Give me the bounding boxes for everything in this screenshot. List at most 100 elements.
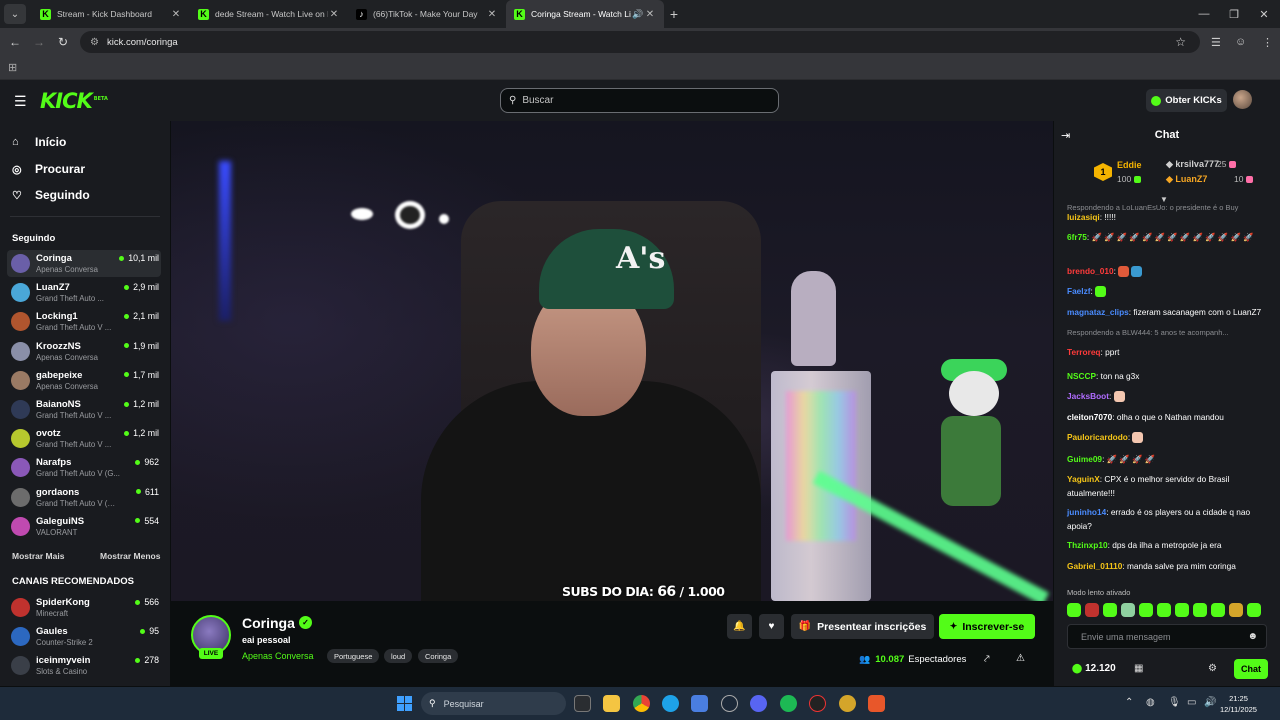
tab-search-button[interactable]: ⌄ bbox=[4, 4, 26, 24]
chat-username[interactable]: NSCCP bbox=[1067, 371, 1096, 381]
follow-button[interactable]: ♥ bbox=[759, 614, 784, 639]
chat-username[interactable]: magnataz_clips bbox=[1067, 307, 1129, 317]
stream-tag[interactable]: Coringa bbox=[418, 649, 459, 663]
speaker-icon[interactable]: 🔊 bbox=[632, 9, 644, 20]
quick-emote-icon[interactable] bbox=[1139, 603, 1153, 617]
chat-settings-icon[interactable]: ⚙ bbox=[1208, 663, 1217, 674]
windows-start-icon[interactable] bbox=[397, 696, 412, 711]
chat-username[interactable]: luizasiqi bbox=[1067, 212, 1100, 222]
chat-username[interactable]: juninho14 bbox=[1067, 507, 1106, 517]
kicks-balance[interactable]: ⬤ 12.120 bbox=[1072, 663, 1116, 674]
quick-emote-icon[interactable] bbox=[1175, 603, 1189, 617]
quick-emote-icon[interactable] bbox=[1193, 603, 1207, 617]
profile-icon[interactable]: ☺ bbox=[1235, 28, 1246, 56]
taskbar-clock[interactable]: 21:25 12/11/2025 bbox=[1220, 693, 1257, 715]
edge-icon[interactable] bbox=[662, 695, 679, 712]
channel-row[interactable]: BaianoNS Grand Theft Auto V ... 1,2 mil bbox=[7, 396, 161, 423]
channel-row[interactable]: Narafps Grand Theft Auto V (G... 962 bbox=[7, 454, 161, 481]
app-icon[interactable] bbox=[868, 695, 885, 712]
user-avatar[interactable] bbox=[1233, 90, 1252, 109]
new-tab-button[interactable]: + bbox=[664, 6, 684, 22]
share-icon[interactable]: ⤤ bbox=[984, 654, 990, 665]
display-icon[interactable]: ▭ bbox=[1187, 697, 1196, 708]
menu-icon[interactable]: ☰ bbox=[14, 93, 27, 110]
close-tab-icon[interactable]: ✕ bbox=[170, 9, 182, 20]
chat-username[interactable]: Terroreq bbox=[1067, 347, 1101, 357]
report-icon[interactable]: ⚠ bbox=[1016, 653, 1025, 664]
quick-emote-icon[interactable] bbox=[1211, 603, 1225, 617]
get-kicks-button[interactable]: Obter KICKs bbox=[1146, 89, 1227, 112]
channel-row[interactable]: LuanZ7 Grand Theft Auto ... 2,9 mil bbox=[7, 279, 161, 306]
chat-username[interactable]: Gabriel_01110 bbox=[1067, 561, 1122, 571]
subscribe-button[interactable]: ✦ Inscrever-se bbox=[939, 614, 1035, 639]
nav-browse[interactable]: ◎ Procurar bbox=[12, 159, 85, 179]
quick-emote-icon[interactable] bbox=[1229, 603, 1243, 617]
chat-username[interactable]: YaguinX bbox=[1067, 474, 1100, 484]
quick-emote-icon[interactable] bbox=[1247, 603, 1261, 617]
quick-emote-icon[interactable] bbox=[1085, 603, 1099, 617]
chat-send-button[interactable]: Chat bbox=[1234, 659, 1268, 679]
app-icon[interactable] bbox=[839, 695, 856, 712]
channel-row[interactable]: gordaons Grand Theft Auto V (GT... 611 bbox=[7, 484, 161, 511]
browser-tab-active[interactable]: K Coringa Stream - Watch Li 🔊 ✕ bbox=[506, 0, 664, 28]
show-less-button[interactable]: Mostrar Menos bbox=[100, 551, 160, 561]
browser-tab[interactable]: ♪ (66)TikTok - Make Your Day ✕ bbox=[348, 0, 506, 28]
app-icon[interactable] bbox=[691, 695, 708, 712]
chat-username[interactable]: Thzinxp10 bbox=[1067, 540, 1108, 550]
file-explorer-icon[interactable] bbox=[603, 695, 620, 712]
url-field[interactable]: ⚙ kick.com/coringa ☆ bbox=[80, 31, 1200, 53]
search-input[interactable]: ⚲ Buscar bbox=[500, 88, 779, 113]
volume-icon[interactable]: 🔊 bbox=[1204, 697, 1216, 708]
channel-row[interactable]: ovotz Grand Theft Auto V ... 1,2 mil bbox=[7, 425, 161, 452]
maximize-button[interactable]: ❐ bbox=[1218, 0, 1250, 28]
discord-icon[interactable] bbox=[750, 695, 767, 712]
collapse-chat-icon[interactable]: ⇥ bbox=[1061, 129, 1070, 142]
reading-list-icon[interactable]: ☰ bbox=[1211, 28, 1221, 56]
channel-row[interactable]: SpiderKong Minecraft 566 bbox=[7, 594, 161, 621]
close-window-button[interactable]: ✕ bbox=[1248, 0, 1280, 28]
chat-username[interactable]: Guime09 bbox=[1067, 454, 1102, 464]
tray-chevron-icon[interactable]: ⌃ bbox=[1125, 697, 1133, 708]
chat-username[interactable]: Faelzf bbox=[1067, 286, 1091, 296]
channel-name[interactable]: Coringa bbox=[242, 615, 295, 631]
close-tab-icon[interactable]: ✕ bbox=[328, 9, 340, 20]
minimize-button[interactable]: — bbox=[1188, 0, 1220, 28]
leaderboard-entry[interactable]: ◆ krsilva777 bbox=[1166, 159, 1219, 170]
close-tab-icon[interactable]: ✕ bbox=[486, 9, 498, 20]
bookmark-star-icon[interactable]: ☆ bbox=[1175, 35, 1186, 49]
quick-emote-icon[interactable] bbox=[1067, 603, 1081, 617]
nav-home[interactable]: ⌂ Início bbox=[12, 132, 66, 152]
video-player[interactable]: A's SUBS DO DIA: 66 / 1.000 bbox=[171, 121, 1053, 601]
browser-tab[interactable]: K Stream - Kick Dashboard ✕ bbox=[32, 0, 190, 28]
stream-category[interactable]: Apenas Conversa bbox=[242, 651, 314, 661]
channel-row[interactable]: iceinmyvein Slots & Casino 278 bbox=[7, 652, 161, 679]
chat-username[interactable]: Pauloricardodo bbox=[1067, 432, 1128, 442]
chat-username[interactable]: JacksBoot bbox=[1067, 391, 1109, 401]
chat-message-input[interactable]: Envie uma mensagem ☻ bbox=[1067, 624, 1267, 649]
store-icon[interactable]: ▦ bbox=[1134, 663, 1143, 674]
chrome-icon[interactable] bbox=[633, 695, 650, 712]
task-view-icon[interactable] bbox=[574, 695, 591, 712]
chat-username[interactable]: cleiton7070 bbox=[1067, 412, 1112, 422]
notification-bell-button[interactable]: 🔔 bbox=[727, 614, 752, 639]
back-button[interactable]: ← bbox=[3, 35, 27, 49]
browser-menu-icon[interactable]: ⋮ bbox=[1262, 28, 1273, 56]
emoji-icon[interactable]: ☻ bbox=[1247, 631, 1258, 642]
leaderboard-top-name[interactable]: Eddie bbox=[1117, 160, 1142, 170]
leaderboard-entry[interactable]: ◆ LuanZ7 bbox=[1166, 174, 1207, 185]
nav-following[interactable]: ♡ Seguindo bbox=[12, 185, 90, 205]
quick-emote-icon[interactable] bbox=[1103, 603, 1117, 617]
spotify-icon[interactable] bbox=[780, 695, 797, 712]
steam-icon[interactable] bbox=[721, 695, 738, 712]
reload-button[interactable]: ↻ bbox=[51, 35, 75, 49]
channel-row[interactable]: Gaules Counter-Strike 2 95 bbox=[7, 623, 161, 650]
channel-row[interactable]: Locking1 Grand Theft Auto V ... 2,1 mil bbox=[7, 308, 161, 335]
chat-username[interactable]: 6fr75 bbox=[1067, 232, 1087, 242]
channel-row[interactable]: Coringa Apenas Conversa 10,1 mil bbox=[7, 250, 161, 277]
apps-grid-icon[interactable]: ⊞ bbox=[8, 61, 17, 74]
close-tab-icon[interactable]: ✕ bbox=[644, 9, 656, 20]
stream-tag[interactable]: Portuguese bbox=[327, 649, 380, 663]
quick-emote-icon[interactable] bbox=[1121, 603, 1135, 617]
gift-subs-button[interactable]: 🎁 Presentear inscrições bbox=[791, 614, 934, 639]
obs-icon[interactable] bbox=[809, 695, 826, 712]
